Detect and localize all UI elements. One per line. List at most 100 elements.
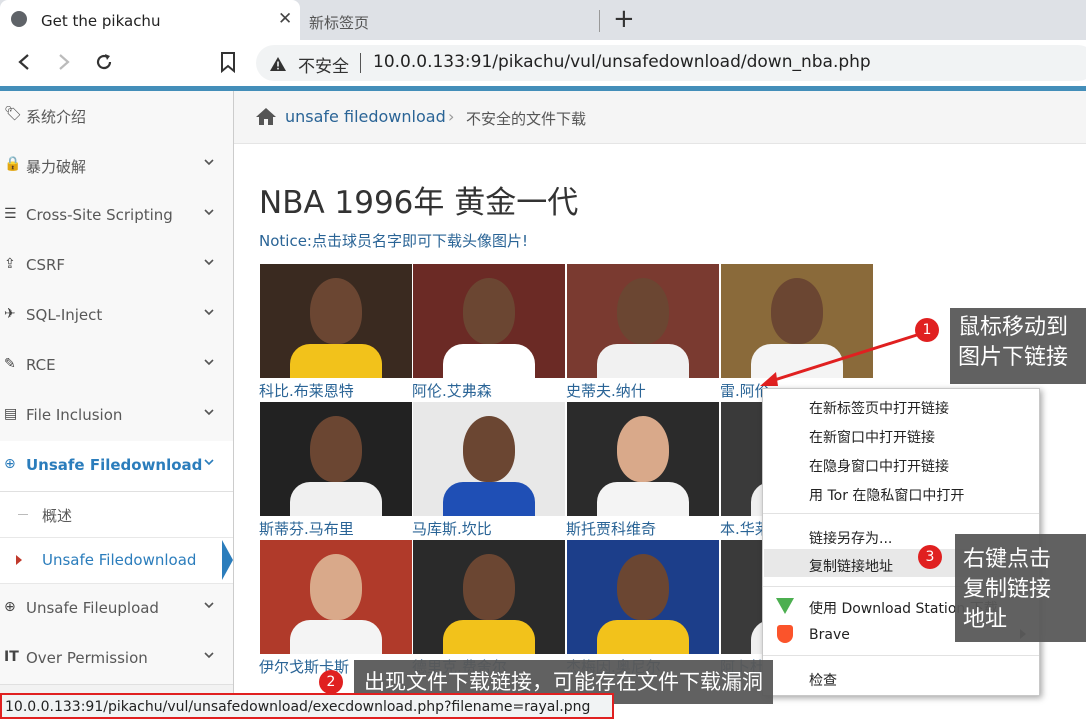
tags-icon: 🏷: [4, 106, 22, 122]
plane-icon: ✈: [4, 306, 16, 322]
upload-circle-icon: ⊕: [4, 599, 16, 615]
player-photo: [567, 264, 719, 378]
chevron-down-icon: [204, 409, 214, 416]
menu-item-save-link-as[interactable]: 链接另存为...: [809, 528, 892, 548]
player-jersey: [290, 620, 382, 654]
player-download-link[interactable]: 马库斯.坎比: [412, 518, 492, 539]
chevron-down-icon: [204, 652, 214, 659]
sidebar-item-label: RCE: [26, 356, 56, 374]
back-icon[interactable]: [14, 52, 34, 72]
tab-bar: Get the pikachu ✕ 新标签页 +: [0, 0, 1086, 40]
sidebar-item-label: 暴力破解: [26, 158, 87, 176]
sidebar: 🏷 系统介绍 🔒 暴力破解 ☰ Cross-Site Scripting ⇪ C…: [0, 91, 234, 719]
tab-title: 新标签页: [309, 14, 370, 32]
file-icon: ▤: [4, 406, 18, 422]
sidebar-item-label: Unsafe Fileupload: [26, 599, 159, 617]
player-jersey: [597, 344, 689, 378]
player-jersey: [443, 344, 535, 378]
url-divider: [360, 53, 361, 73]
tab-get-the-pikachu[interactable]: Get the pikachu ✕: [0, 0, 300, 40]
player-download-link[interactable]: 科比.布莱恩特: [259, 380, 354, 401]
player-download-link[interactable]: 斯托贾科维奇: [566, 518, 656, 539]
player-face: [617, 278, 669, 344]
chevron-down-icon: [204, 459, 214, 466]
player-download-link[interactable]: 斯蒂芬.马布里: [259, 518, 354, 539]
url-text[interactable]: 10.0.0.133:91/pikachu/vul/unsafedownload…: [373, 52, 871, 72]
close-tab-icon[interactable]: ✕: [278, 9, 292, 29]
annotation-badge: 3: [918, 545, 942, 569]
player-download-link[interactable]: 阿伦.艾弗森: [412, 380, 492, 401]
menu-item-open-new-tab[interactable]: 在新标签页中打开链接: [809, 398, 949, 418]
sidebar-item-unsafe-filedownload[interactable]: ⊕ Unsafe Filedownload: [0, 441, 233, 492]
sidebar-item-label: SQL-Inject: [26, 306, 103, 324]
status-url: 10.0.0.133:91/pikachu/vul/unsafedownload…: [5, 699, 591, 715]
menu-item-open-incognito[interactable]: 在隐身窗口中打开链接: [809, 456, 949, 476]
player-face: [617, 416, 669, 482]
annotation-line: 鼠标移动到: [958, 315, 1069, 340]
warning-icon: [270, 57, 286, 71]
forward-icon[interactable]: [54, 52, 74, 72]
player-jersey: [290, 344, 382, 378]
menu-item-inspect[interactable]: 检查: [809, 670, 837, 690]
sidebar-subitem-label: Unsafe Filedownload: [42, 551, 197, 569]
menu-separator: [763, 513, 1039, 514]
breadcrumb-current: 不安全的文件下载: [466, 110, 587, 128]
player-face: [463, 278, 515, 344]
annotation-line: 右键点击: [963, 547, 1052, 572]
download-station-icon: [776, 598, 794, 614]
security-label: 不安全: [298, 57, 349, 77]
bookmark-icon[interactable]: [218, 51, 238, 73]
menu-item-brave[interactable]: Brave: [809, 627, 850, 643]
sidebar-item-label: File Inclusion: [26, 406, 123, 424]
player-jersey: [443, 620, 535, 654]
breadcrumb-link[interactable]: unsafe filedownload: [285, 107, 446, 126]
player-jersey: [597, 482, 689, 516]
breadcrumb: unsafe filedownload › 不安全的文件下载: [234, 91, 1086, 144]
globe-icon: [11, 11, 27, 27]
sidebar-item-intro[interactable]: 🏷 系统介绍: [0, 91, 233, 142]
player-photo: [567, 540, 719, 654]
chevron-down-icon: [204, 359, 214, 366]
sidebar-item-file-inclusion[interactable]: ▤ File Inclusion: [0, 391, 233, 442]
player-face: [463, 416, 515, 482]
address-bar[interactable]: 不安全 10.0.0.133:91/pikachu/vul/unsafedown…: [256, 45, 1086, 81]
menu-item-open-tor[interactable]: 用 Tor 在隐私窗口中打开: [809, 485, 964, 505]
download-circle-icon: ⊕: [4, 456, 16, 472]
status-bar: 10.0.0.133:91/pikachu/vul/unsafedownload…: [0, 693, 614, 719]
notice-text: Notice:点击球员名字即可下载头像图片!: [259, 232, 528, 250]
player-download-link[interactable]: 史蒂夫.纳什: [566, 380, 646, 401]
sidebar-item-label: Unsafe Filedownload: [26, 456, 203, 474]
sidebar-item-csrf[interactable]: ⇪ CSRF: [0, 241, 233, 292]
lock-icon: 🔒: [4, 156, 22, 172]
chevron-down-icon: [204, 309, 214, 316]
sidebar-item-xss[interactable]: ☰ Cross-Site Scripting: [0, 191, 233, 242]
sidebar-item-label: CSRF: [26, 256, 66, 274]
player-face: [310, 416, 362, 482]
sidebar-subitem-overview[interactable]: 概述: [0, 492, 233, 538]
menu-item-label: 复制链接地址: [809, 559, 893, 575]
reload-icon[interactable]: [93, 51, 115, 73]
player-face: [617, 554, 669, 620]
player-face: [463, 554, 515, 620]
home-icon[interactable]: [255, 107, 277, 126]
chevron-down-icon: [204, 259, 214, 266]
sidebar-item-over-permission[interactable]: IT Over Permission: [0, 634, 233, 685]
sidebar-item-label: 系统介绍: [26, 108, 87, 126]
annotation-badge: 2: [319, 670, 343, 694]
sidebar-item-rce[interactable]: ✎ RCE: [0, 341, 233, 392]
chevron-down-icon: [204, 602, 214, 609]
sidebar-item-sql-inject[interactable]: ✈ SQL-Inject: [0, 291, 233, 342]
menu-item-open-new-window[interactable]: 在新窗口中打开链接: [809, 427, 935, 447]
annotation-line: 图片下链接: [958, 345, 1069, 370]
pencil-icon: ✎: [4, 356, 16, 372]
sidebar-item-unsafe-fileupload[interactable]: ⊕ Unsafe Fileupload: [0, 584, 233, 635]
brave-icon: [777, 625, 793, 643]
new-tab-icon[interactable]: +: [613, 4, 635, 34]
sidebar-subitem-unsafe-filedownload[interactable]: Unsafe Filedownload: [0, 538, 233, 584]
tab-new-tab[interactable]: 新标签页: [300, 0, 600, 40]
menu-separator: [763, 655, 1039, 656]
sidebar-item-brute-force[interactable]: 🔒 暴力破解: [0, 141, 233, 192]
active-indicator: [222, 540, 233, 580]
chevron-down-icon: [204, 159, 214, 166]
share-icon: ⇪: [4, 256, 16, 272]
